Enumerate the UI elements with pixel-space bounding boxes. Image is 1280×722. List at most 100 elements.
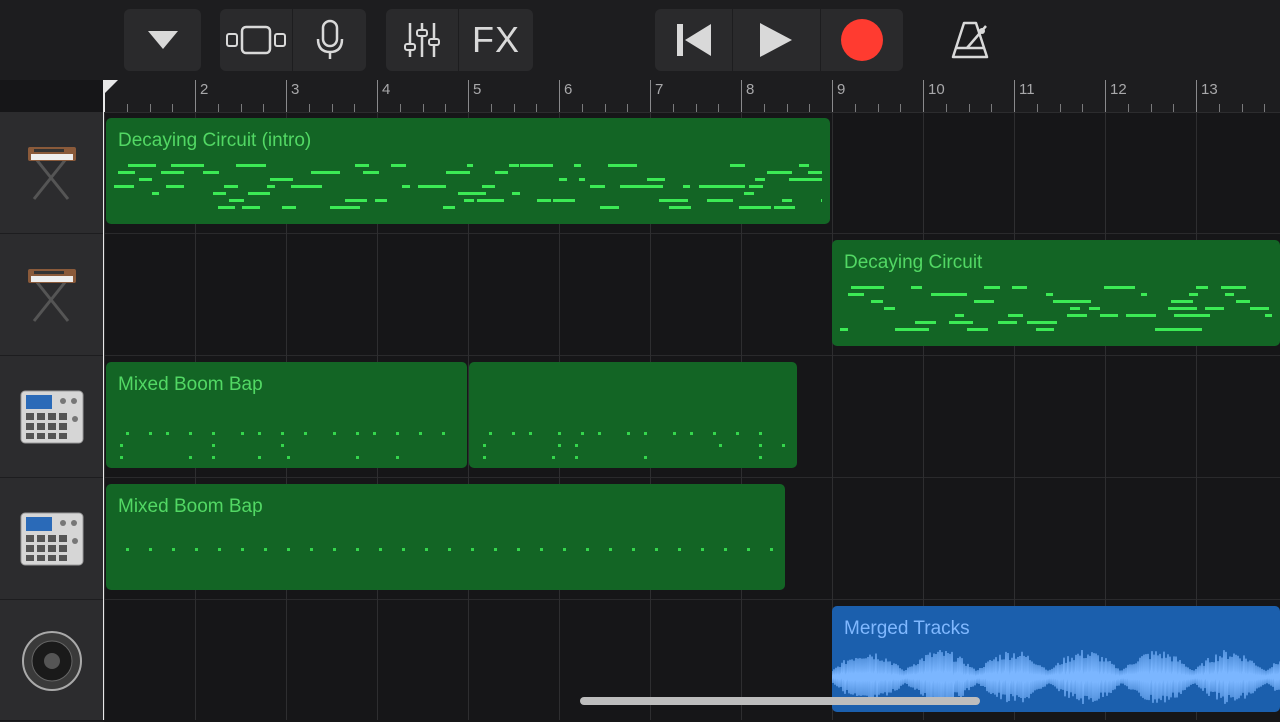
midi-note bbox=[315, 171, 340, 174]
tracks-area[interactable]: Decaying Circuit (intro) Decaying Circui… bbox=[104, 112, 1280, 720]
midi-note bbox=[1189, 293, 1198, 296]
midi-note bbox=[120, 444, 123, 447]
midi-note bbox=[767, 171, 792, 174]
midi-note bbox=[172, 548, 175, 551]
metronome-button[interactable] bbox=[935, 9, 1005, 71]
midi-note bbox=[330, 206, 360, 209]
midi-note bbox=[840, 328, 848, 331]
midi-note bbox=[690, 432, 693, 435]
ruler-bar-line bbox=[1196, 80, 1197, 112]
midi-note bbox=[458, 192, 486, 195]
mixer-button[interactable] bbox=[386, 9, 458, 71]
midi-note bbox=[1196, 286, 1208, 289]
timeline-ruler[interactable]: 2 3 4 5 6 7 8 9 10 11 12 13 bbox=[104, 80, 1280, 113]
midi-note bbox=[212, 456, 215, 459]
midi-note bbox=[719, 444, 722, 447]
midi-note bbox=[224, 185, 238, 188]
midi-note bbox=[974, 300, 994, 303]
midi-note bbox=[189, 456, 192, 459]
midi-note bbox=[669, 206, 691, 209]
midi-note bbox=[139, 178, 152, 181]
record-button[interactable] bbox=[821, 9, 903, 71]
midi-note bbox=[759, 444, 762, 447]
midi-note bbox=[559, 178, 567, 181]
horizontal-scrollbar[interactable] bbox=[580, 697, 980, 705]
midi-note bbox=[464, 199, 474, 202]
ruler-beat-tick bbox=[423, 104, 424, 112]
midi-note bbox=[517, 548, 520, 551]
transport-group bbox=[655, 9, 903, 71]
midi-note bbox=[166, 432, 169, 435]
midi-note bbox=[258, 456, 261, 459]
track-header-1[interactable] bbox=[0, 112, 104, 234]
drum-machine-icon bbox=[20, 390, 84, 443]
track-header-4[interactable] bbox=[0, 478, 104, 600]
midi-note bbox=[774, 206, 795, 209]
midi-note bbox=[683, 185, 690, 188]
tracks-view-button[interactable] bbox=[220, 9, 292, 71]
midi-note bbox=[730, 164, 745, 167]
midi-region[interactable] bbox=[469, 362, 797, 468]
midi-note bbox=[448, 548, 451, 551]
midi-note bbox=[1232, 286, 1246, 289]
ruler-beat-tick bbox=[787, 104, 788, 112]
ruler-beat-tick bbox=[332, 104, 333, 112]
playhead-handle[interactable] bbox=[104, 80, 118, 94]
midi-note bbox=[218, 548, 221, 551]
midi-note bbox=[483, 444, 486, 447]
menu-button[interactable] bbox=[124, 9, 201, 71]
view-group bbox=[220, 9, 366, 71]
midi-note bbox=[333, 432, 336, 435]
fx-button[interactable]: FX bbox=[459, 9, 533, 71]
ruler-beat-tick bbox=[946, 104, 947, 112]
ruler-beat-tick bbox=[855, 104, 856, 112]
midi-note bbox=[529, 432, 532, 435]
midi-note bbox=[512, 432, 515, 435]
midi-note bbox=[442, 432, 445, 435]
grid-line bbox=[104, 112, 105, 720]
midi-note bbox=[213, 192, 226, 195]
midi-note bbox=[540, 548, 543, 551]
midi-note bbox=[655, 548, 658, 551]
midi-note bbox=[509, 164, 519, 167]
midi-note bbox=[1171, 300, 1193, 303]
midi-note bbox=[955, 314, 964, 317]
ruler-bar-line bbox=[1105, 80, 1106, 112]
midi-note bbox=[759, 456, 762, 459]
midi-region[interactable]: Decaying Circuit (intro) bbox=[106, 118, 830, 224]
ruler-bar-number: 5 bbox=[473, 81, 482, 98]
ruler-bar-number: 3 bbox=[291, 81, 300, 98]
midi-note bbox=[1181, 328, 1202, 331]
midi-note bbox=[575, 456, 578, 459]
ruler-beat-tick bbox=[764, 104, 765, 112]
midi-note bbox=[701, 548, 704, 551]
midi-note bbox=[789, 178, 818, 181]
ruler-bar-line bbox=[741, 80, 742, 112]
midi-note bbox=[644, 456, 647, 459]
lane-separator bbox=[105, 355, 1280, 356]
go-to-beginning-button[interactable] bbox=[655, 9, 732, 71]
midi-note bbox=[799, 164, 809, 167]
midi-note bbox=[1265, 314, 1272, 317]
drum-machine-icon bbox=[20, 512, 84, 565]
ruler-bar-number: 4 bbox=[382, 81, 391, 98]
smart-controls-button[interactable] bbox=[293, 9, 366, 71]
track-header-2[interactable] bbox=[0, 234, 104, 356]
play-button[interactable] bbox=[733, 9, 819, 71]
midi-region[interactable]: Mixed Boom Bap bbox=[106, 484, 785, 590]
midi-note bbox=[241, 548, 244, 551]
ruler-beat-tick bbox=[127, 104, 128, 112]
ruler-beat-tick bbox=[582, 104, 583, 112]
midi-region[interactable]: Mixed Boom Bap bbox=[106, 362, 467, 468]
track-headers bbox=[0, 112, 104, 722]
track-header-3[interactable] bbox=[0, 356, 104, 478]
midi-note bbox=[967, 328, 988, 331]
ruler-beat-tick bbox=[150, 104, 151, 112]
midi-note bbox=[477, 199, 504, 202]
midi-note bbox=[659, 199, 688, 202]
midi-note bbox=[598, 432, 601, 435]
track-header-5[interactable] bbox=[0, 600, 104, 722]
skip-back-icon bbox=[676, 24, 711, 56]
midi-region[interactable]: Decaying Circuit bbox=[832, 240, 1280, 346]
ruler-bar-line bbox=[377, 80, 378, 112]
